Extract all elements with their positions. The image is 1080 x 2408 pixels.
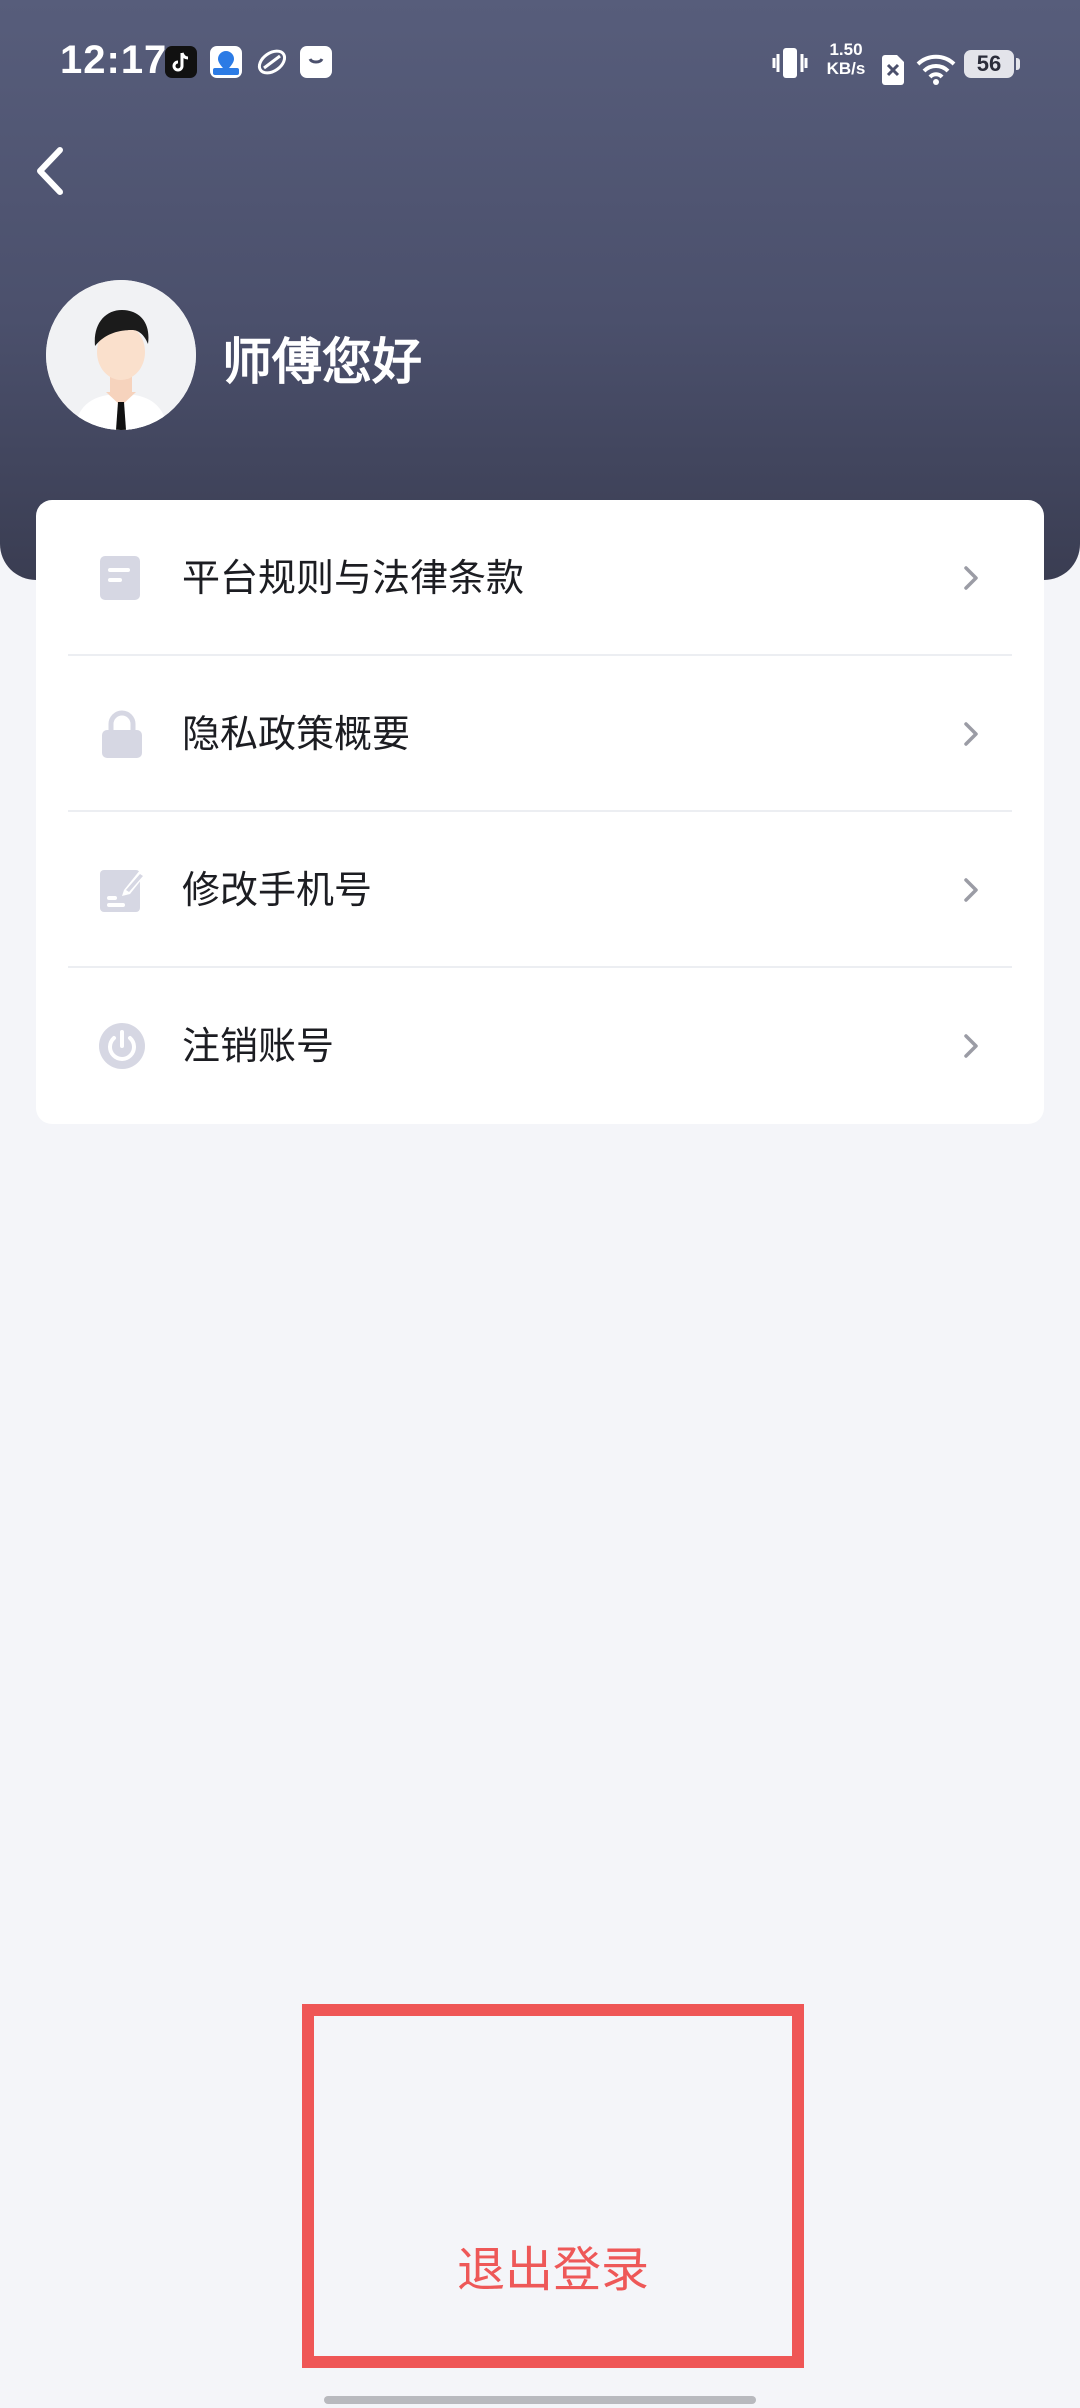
chevron-right-icon: [964, 1034, 978, 1058]
status-time: 12:17: [60, 38, 168, 82]
menu-item-label: 平台规则与法律条款: [182, 556, 525, 600]
menu-item-privacy-policy[interactable]: 隐私政策概要: [36, 656, 1044, 812]
avatar: [46, 280, 196, 430]
document-icon: [100, 556, 140, 600]
vibrate-icon: [772, 48, 808, 78]
battery-tip: [1016, 58, 1020, 70]
map-app-icon: [210, 46, 242, 78]
lock-icon: [102, 710, 142, 758]
edit-icon: [100, 870, 146, 912]
status-bar: 12:17 1.50 KB/s 56: [0, 0, 1080, 130]
power-icon: [99, 1023, 145, 1069]
douyin-app-icon: [165, 46, 197, 78]
back-button[interactable]: [26, 136, 82, 206]
network-speed-unit: KB/s: [826, 59, 866, 78]
chevron-right-icon: [964, 722, 978, 746]
network-speed-value: 1.50: [829, 40, 863, 59]
sim-disabled-icon: [882, 55, 904, 85]
menu-item-platform-rules[interactable]: 平台规则与法律条款: [36, 500, 1044, 656]
menu-item-label: 修改手机号: [182, 868, 373, 912]
wifi-icon: [916, 54, 956, 85]
chevron-right-icon: [964, 566, 978, 590]
logout-button[interactable]: 退出登录: [314, 2210, 792, 2330]
chevron-left-icon: [37, 147, 63, 195]
battery-icon: 56: [964, 50, 1014, 78]
sync-app-icon: [256, 46, 288, 78]
chevron-right-icon: [964, 878, 978, 902]
home-indicator[interactable]: [324, 2396, 756, 2404]
greeting-title: 师傅您好: [222, 333, 422, 391]
driver-avatar-icon: [46, 280, 196, 430]
menu-item-label: 注销账号: [182, 1024, 335, 1068]
menu-item-change-phone[interactable]: 修改手机号: [36, 812, 1044, 968]
menu-item-cancel-account[interactable]: 注销账号: [36, 968, 1044, 1124]
menu-item-label: 隐私政策概要: [182, 712, 411, 756]
network-speed: 1.50 KB/s: [820, 40, 872, 78]
settings-menu-card: 平台规则与法律条款 隐私政策概要 修改手机号 注销账号: [36, 500, 1044, 1124]
bag-app-icon: [300, 46, 332, 78]
